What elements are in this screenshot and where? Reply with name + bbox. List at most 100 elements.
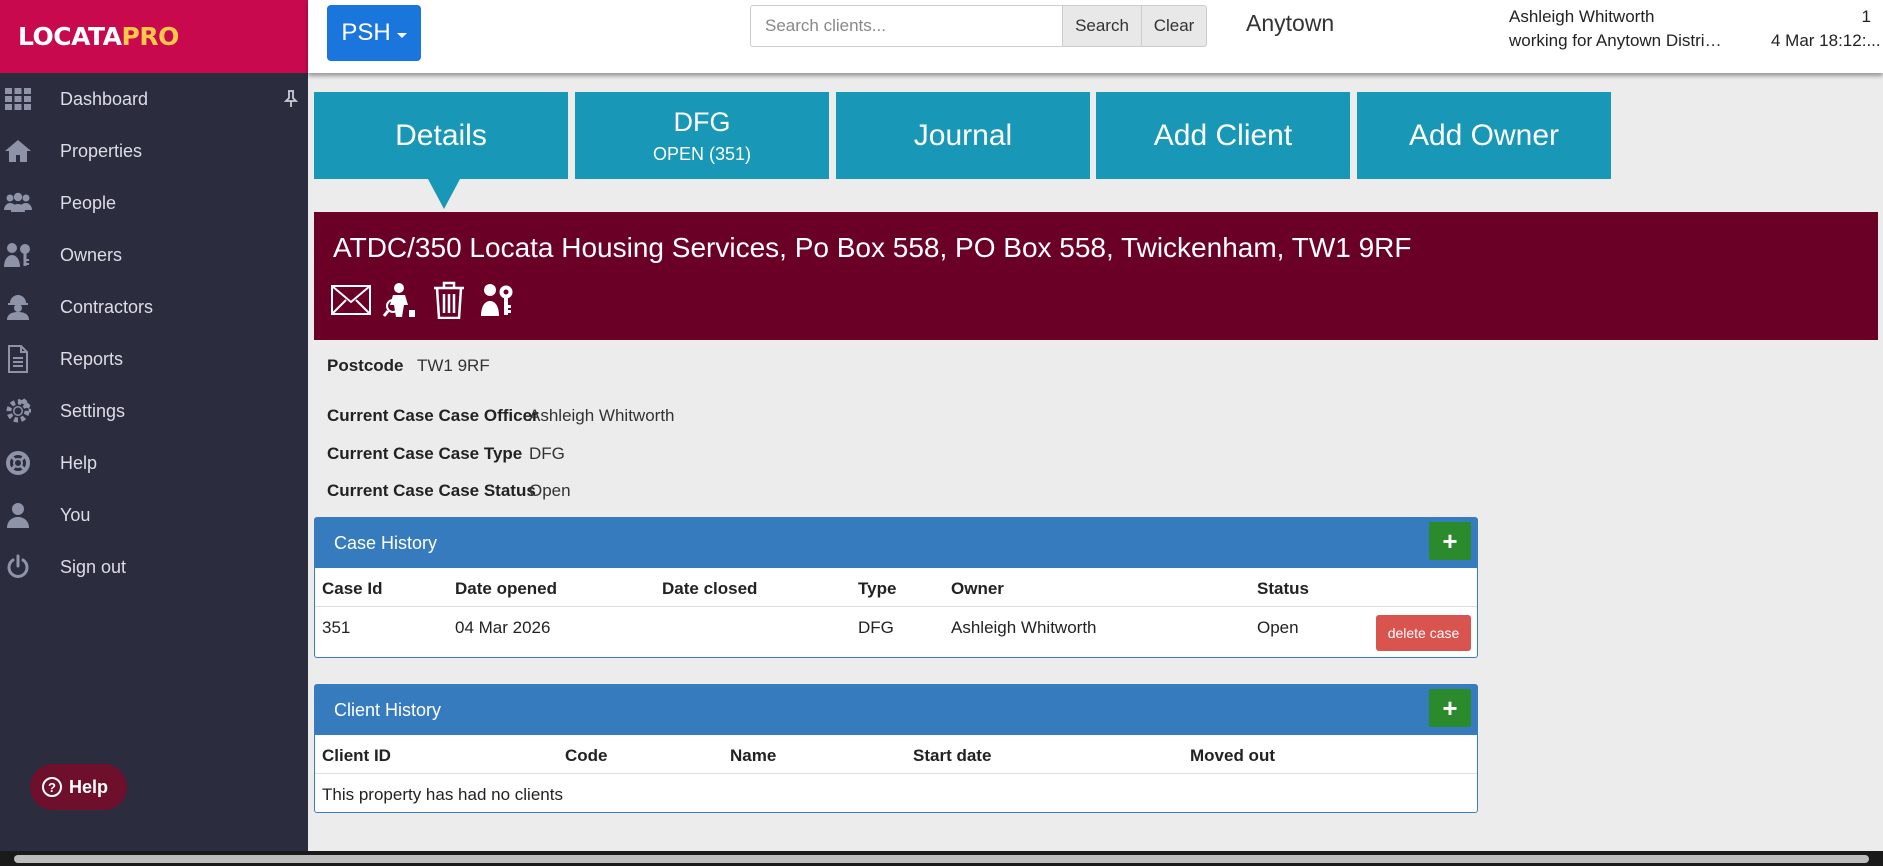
column-header[interactable]: Date opened bbox=[455, 579, 557, 599]
case-history-header: Case History + bbox=[315, 518, 1477, 568]
sidebar-item-properties[interactable]: Properties bbox=[0, 125, 308, 177]
tab-journal[interactable]: Journal bbox=[836, 92, 1090, 179]
sidebar-item-help[interactable]: Help bbox=[0, 437, 308, 489]
tab-dfg[interactable]: DFG OPEN (351) bbox=[575, 92, 829, 179]
column-header[interactable]: Date closed bbox=[662, 579, 757, 599]
sidebar-item-reports[interactable]: Reports bbox=[0, 333, 308, 385]
people-icon bbox=[4, 189, 32, 217]
panel-title: Client History bbox=[334, 699, 442, 720]
mail-icon[interactable] bbox=[331, 280, 371, 320]
panel-title: Case History bbox=[334, 532, 438, 553]
case-type-label: Current Case Case Type bbox=[327, 444, 523, 463]
notification-count[interactable]: 1 bbox=[1862, 7, 1871, 27]
tab-label: Add Owner bbox=[1408, 118, 1560, 152]
sidebar: LOCATAPRO Dashboard Properties People Ow… bbox=[0, 0, 308, 851]
case-officer-label: Current Case Case Officer bbox=[327, 406, 539, 425]
divider bbox=[315, 773, 1477, 774]
property-banner: ATDC/350 Locata Housing Services, Po Box… bbox=[314, 212, 1878, 340]
postcode-label: Postcode bbox=[327, 356, 404, 375]
case-type-value: DFG bbox=[529, 444, 565, 463]
sidebar-item-label: Help bbox=[60, 452, 98, 473]
tab-details[interactable]: Details bbox=[314, 92, 568, 179]
active-tab-indicator bbox=[428, 179, 460, 209]
org-dropdown-button[interactable]: PSH bbox=[327, 5, 421, 61]
case-history-panel: Case History + Case Id Date opened Date … bbox=[314, 517, 1478, 658]
column-header[interactable]: Type bbox=[858, 579, 896, 599]
inspect-icon[interactable] bbox=[380, 280, 420, 320]
column-header[interactable]: Name bbox=[730, 746, 776, 766]
lifebuoy-icon bbox=[4, 449, 32, 477]
org-dropdown-label: PSH bbox=[341, 19, 391, 46]
contractor-icon bbox=[4, 293, 32, 321]
date-opened-cell: 04 Mar 2026 bbox=[455, 618, 551, 637]
column-header[interactable]: Status bbox=[1257, 579, 1309, 599]
tab-add-client[interactable]: Add Client bbox=[1096, 92, 1350, 179]
power-icon bbox=[4, 553, 32, 581]
column-header[interactable]: Case Id bbox=[322, 579, 382, 599]
pin-icon[interactable] bbox=[283, 90, 299, 108]
sidebar-item-contractors[interactable]: Contractors bbox=[0, 281, 308, 333]
tab-add-owner[interactable]: Add Owner bbox=[1357, 92, 1611, 179]
sidebar-item-label: You bbox=[60, 504, 91, 525]
owner-key-icon[interactable] bbox=[478, 280, 518, 320]
sidebar-item-people[interactable]: People bbox=[0, 177, 308, 229]
clear-button[interactable]: Clear bbox=[1141, 5, 1207, 47]
case-id-cell: 351 bbox=[322, 618, 351, 637]
column-header[interactable]: Client ID bbox=[322, 746, 391, 766]
search-button[interactable]: Search bbox=[1062, 5, 1142, 47]
delete-case-button[interactable]: delete case bbox=[1376, 615, 1471, 651]
column-header[interactable]: Owner bbox=[951, 579, 1004, 599]
search-input[interactable] bbox=[750, 5, 1070, 47]
user-organisation: working for Anytown District C... bbox=[1509, 31, 1729, 50]
sidebar-item-label: People bbox=[60, 192, 117, 213]
sidebar-item-label: Owners bbox=[60, 244, 123, 265]
report-icon bbox=[4, 345, 32, 373]
column-header[interactable]: Start date bbox=[913, 746, 991, 766]
datetime: 4 Mar 18:12:... bbox=[1771, 31, 1881, 50]
sidebar-item-label: Dashboard bbox=[60, 88, 149, 109]
empty-message: This property has had no clients bbox=[322, 785, 563, 804]
user-icon bbox=[4, 501, 32, 529]
client-history-header: Client History + bbox=[315, 685, 1477, 735]
add-case-button[interactable]: + bbox=[1429, 522, 1471, 560]
help-button[interactable]: ? Help bbox=[30, 764, 127, 810]
case-officer-value: Ashleigh Whitworth bbox=[529, 406, 675, 425]
property-actions bbox=[331, 280, 518, 320]
horizontal-scrollbar[interactable] bbox=[0, 851, 1883, 866]
gear-icon bbox=[4, 397, 32, 425]
logo[interactable]: LOCATAPRO bbox=[0, 0, 308, 73]
user-name[interactable]: Ashleigh Whitworth bbox=[1509, 7, 1655, 27]
add-client-button[interactable]: + bbox=[1429, 689, 1471, 727]
property-title: ATDC/350 Locata Housing Services, Po Box… bbox=[333, 232, 1412, 263]
status-cell: Open bbox=[1257, 618, 1299, 637]
scrollbar-thumb[interactable] bbox=[14, 855, 1869, 863]
caret-down-icon bbox=[396, 32, 407, 38]
top-bar: PSH Search Clear Anytown Ashleigh Whitwo… bbox=[308, 0, 1883, 73]
trash-icon[interactable] bbox=[429, 280, 469, 320]
house-icon bbox=[4, 137, 32, 165]
column-header[interactable]: Moved out bbox=[1190, 746, 1275, 766]
help-button-label: Help bbox=[69, 776, 109, 797]
sidebar-nav: Dashboard Properties People Owners Contr… bbox=[0, 73, 308, 593]
sidebar-item-owners[interactable]: Owners bbox=[0, 229, 308, 281]
logo-text: LOCATAPRO bbox=[18, 22, 179, 51]
case-status-value: Open bbox=[529, 481, 571, 500]
divider bbox=[315, 606, 1477, 607]
sidebar-item-you[interactable]: You bbox=[0, 489, 308, 541]
tab-label: DFG bbox=[673, 106, 731, 137]
sidebar-item-label: Sign out bbox=[60, 556, 127, 577]
case-status-label: Current Case Case Status bbox=[327, 481, 536, 500]
sidebar-item-sign-out[interactable]: Sign out bbox=[0, 541, 308, 593]
sidebar-item-dashboard[interactable]: Dashboard bbox=[0, 73, 308, 125]
column-header[interactable]: Code bbox=[565, 746, 608, 766]
sidebar-item-settings[interactable]: Settings bbox=[0, 385, 308, 437]
sidebar-item-label: Properties bbox=[60, 140, 143, 161]
tab-label: Add Client bbox=[1153, 118, 1293, 152]
tab-label: Journal bbox=[913, 118, 1013, 152]
type-cell: DFG bbox=[858, 618, 894, 637]
grid-icon bbox=[4, 85, 32, 113]
sidebar-item-label: Contractors bbox=[60, 296, 154, 317]
postcode-value: TW1 9RF bbox=[417, 356, 490, 375]
question-icon: ? bbox=[42, 777, 62, 797]
sidebar-item-label: Settings bbox=[60, 400, 126, 421]
